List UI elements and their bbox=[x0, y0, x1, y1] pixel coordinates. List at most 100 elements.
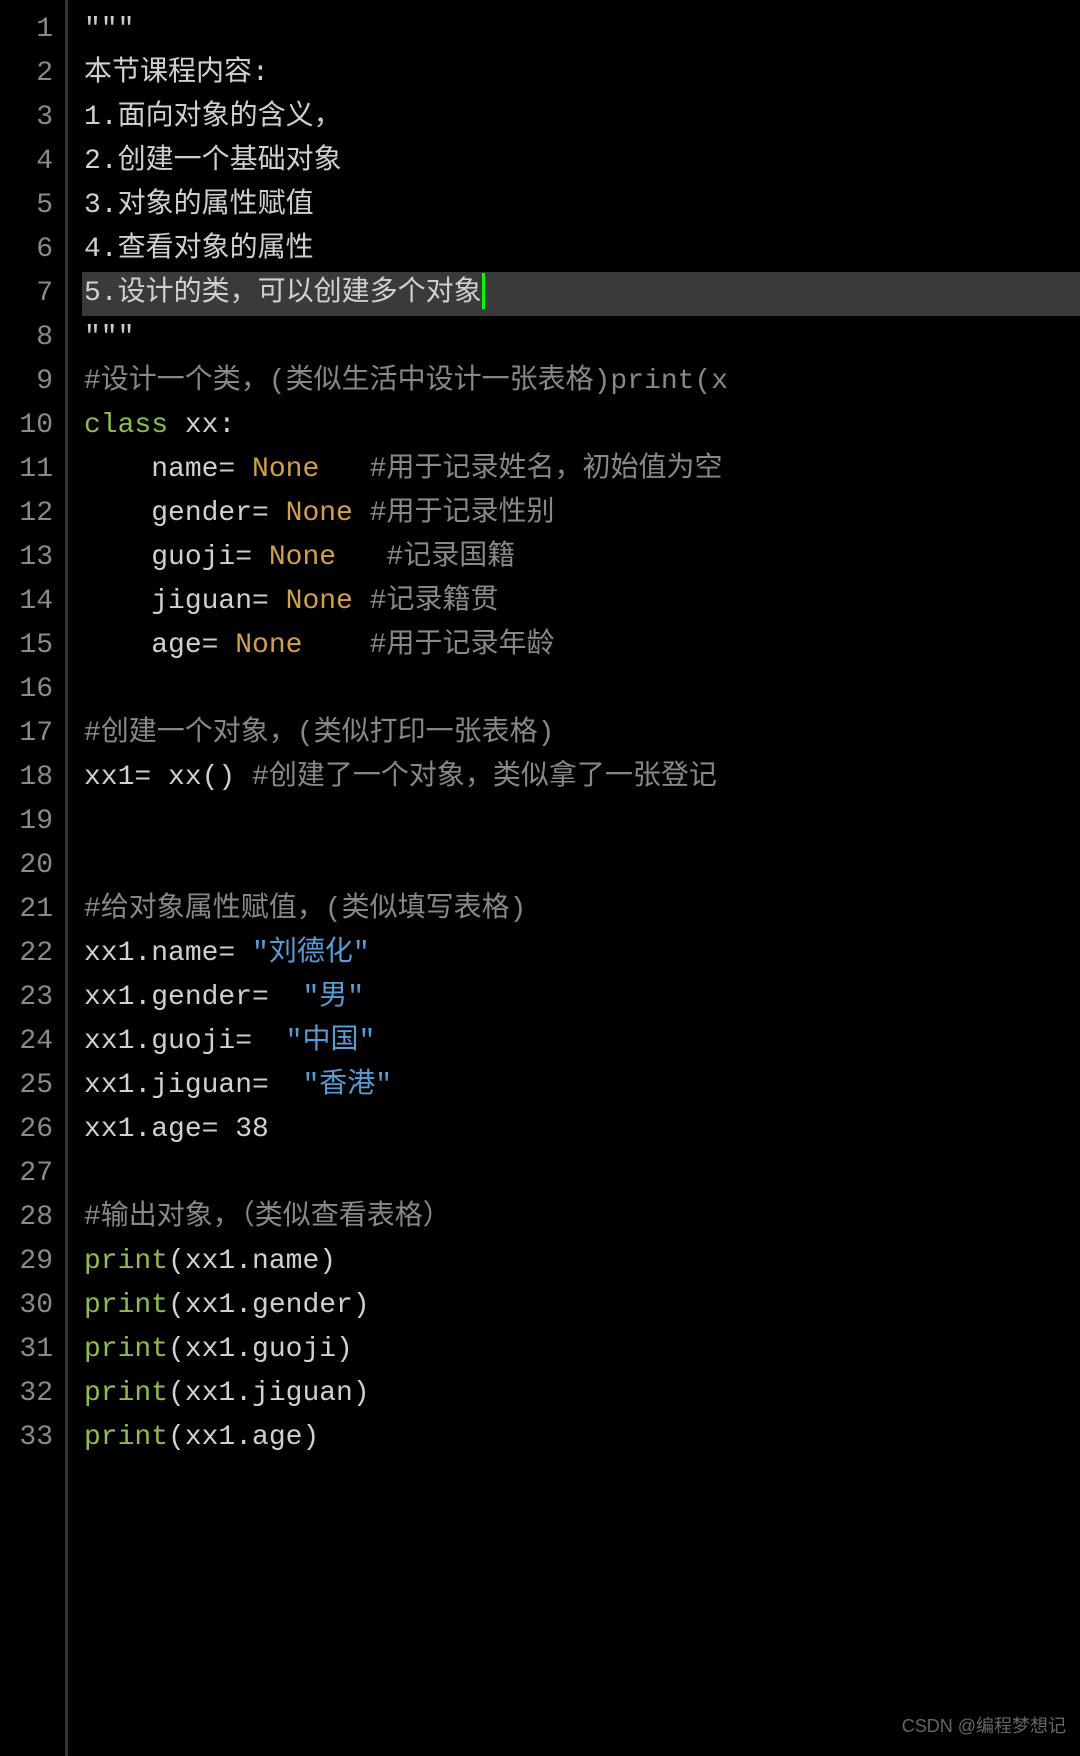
watermark-text: CSDN @编程梦想记 bbox=[902, 1704, 1066, 1748]
code-line[interactable]: """ bbox=[84, 8, 1080, 52]
code-line[interactable]: print(xx1.gender) bbox=[84, 1284, 1080, 1328]
code-token: xx1.age= bbox=[84, 1114, 235, 1145]
line-number: 21 bbox=[0, 888, 53, 932]
code-token: : bbox=[218, 410, 235, 441]
code-line[interactable]: """ bbox=[84, 316, 1080, 360]
code-line[interactable]: #创建一个对象，(类似打印一张表格) bbox=[84, 712, 1080, 756]
code-token: #记录籍贯 bbox=[370, 586, 499, 617]
code-line[interactable] bbox=[84, 844, 1080, 888]
code-line[interactable]: #给对象属性赋值，(类似填写表格) bbox=[84, 888, 1080, 932]
code-line[interactable]: gender= None #用于记录性别 bbox=[84, 492, 1080, 536]
code-line[interactable]: class xx: bbox=[84, 404, 1080, 448]
code-token: print bbox=[84, 1290, 168, 1321]
code-line[interactable]: 5.设计的类，可以创建多个对象 bbox=[82, 272, 1080, 316]
code-line[interactable]: print(xx1.age) bbox=[84, 1416, 1080, 1460]
code-token: "中国" bbox=[286, 1026, 376, 1057]
line-number: 23 bbox=[0, 976, 53, 1020]
code-token: #记录国籍 bbox=[386, 542, 515, 573]
line-number: 8 bbox=[0, 316, 53, 360]
code-line[interactable]: name= None #用于记录姓名，初始值为空 bbox=[84, 448, 1080, 492]
code-token: xx bbox=[185, 410, 219, 441]
code-token: jiguan= bbox=[84, 586, 286, 617]
code-line[interactable]: print(xx1.guoji) bbox=[84, 1328, 1080, 1372]
code-line[interactable]: print(xx1.jiguan) bbox=[84, 1372, 1080, 1416]
line-number: 16 bbox=[0, 668, 53, 712]
code-token: gender= bbox=[84, 498, 286, 529]
code-line[interactable]: 2.创建一个基础对象 bbox=[84, 140, 1080, 184]
line-number: 24 bbox=[0, 1020, 53, 1064]
code-token: 38 bbox=[235, 1114, 269, 1145]
code-token: "男" bbox=[302, 982, 364, 1013]
code-token: (xx1.guoji) bbox=[168, 1334, 353, 1365]
code-line[interactable]: 本节课程内容: bbox=[84, 52, 1080, 96]
line-number: 13 bbox=[0, 536, 53, 580]
code-token: 5.设计的类，可以创建多个对象 bbox=[84, 278, 482, 309]
code-line[interactable]: xx1.guoji= "中国" bbox=[84, 1020, 1080, 1064]
code-line[interactable]: age= None #用于记录年龄 bbox=[84, 624, 1080, 668]
line-number: 7 bbox=[0, 272, 53, 316]
code-token: xx1.gender= bbox=[84, 982, 302, 1013]
code-token bbox=[336, 542, 386, 573]
code-token: xx1.jiguan= bbox=[84, 1070, 302, 1101]
code-token: None bbox=[235, 630, 302, 661]
line-number: 6 bbox=[0, 228, 53, 272]
code-line[interactable] bbox=[84, 800, 1080, 844]
code-line[interactable]: xx1.gender= "男" bbox=[84, 976, 1080, 1020]
code-line[interactable]: 3.对象的属性赋值 bbox=[84, 184, 1080, 228]
line-number: 31 bbox=[0, 1328, 53, 1372]
line-number: 18 bbox=[0, 756, 53, 800]
code-editor[interactable]: 1234567891011121314151617181920212223242… bbox=[0, 0, 1080, 1756]
code-token: print bbox=[84, 1334, 168, 1365]
code-token: age= bbox=[84, 630, 235, 661]
line-number: 25 bbox=[0, 1064, 53, 1108]
line-number: 28 bbox=[0, 1196, 53, 1240]
code-token bbox=[168, 410, 185, 441]
line-number: 2 bbox=[0, 52, 53, 96]
code-line[interactable] bbox=[84, 668, 1080, 712]
line-number: 29 bbox=[0, 1240, 53, 1284]
code-line[interactable]: #设计一个类，(类似生活中设计一张表格)print(x bbox=[84, 360, 1080, 404]
code-token bbox=[319, 454, 369, 485]
code-token: print bbox=[84, 1422, 168, 1453]
line-number: 12 bbox=[0, 492, 53, 536]
code-token: 4.查看对象的属性 bbox=[84, 234, 314, 265]
code-area[interactable]: """ 本节课程内容: 1.面向对象的含义， 2.创建一个基础对象 3.对象的属性赋值 4… bbox=[68, 0, 1080, 1756]
line-number: 30 bbox=[0, 1284, 53, 1328]
code-token: "刘德化" bbox=[252, 938, 370, 969]
line-number: 3 bbox=[0, 96, 53, 140]
line-number: 17 bbox=[0, 712, 53, 756]
code-line[interactable]: xx1.age= 38 bbox=[84, 1108, 1080, 1152]
code-line[interactable]: xx1= xx() #创建了一个对象，类似拿了一张登记 bbox=[84, 756, 1080, 800]
code-token: """ bbox=[84, 14, 134, 45]
code-token: name= bbox=[84, 454, 252, 485]
code-token: """ bbox=[84, 322, 134, 353]
line-number: 9 bbox=[0, 360, 53, 404]
code-token: 2.创建一个基础对象 bbox=[84, 146, 342, 177]
code-token: guoji= bbox=[84, 542, 269, 573]
line-number: 32 bbox=[0, 1372, 53, 1416]
code-token: "香港" bbox=[302, 1070, 392, 1101]
code-line[interactable]: #输出对象，（类似查看表格） bbox=[84, 1196, 1080, 1240]
code-token bbox=[353, 586, 370, 617]
code-line[interactable]: xx1.jiguan= "香港" bbox=[84, 1064, 1080, 1108]
line-number: 22 bbox=[0, 932, 53, 976]
code-token: (xx1.jiguan) bbox=[168, 1378, 370, 1409]
code-token: 本节课程内容: bbox=[84, 58, 269, 89]
code-line[interactable] bbox=[84, 1152, 1080, 1196]
code-line[interactable]: jiguan= None #记录籍贯 bbox=[84, 580, 1080, 624]
code-line[interactable]: xx1.name= "刘德化" bbox=[84, 932, 1080, 976]
code-token: #给对象属性赋值，(类似填写表格) bbox=[84, 894, 526, 925]
code-line[interactable]: print(xx1.name) bbox=[84, 1240, 1080, 1284]
line-number: 1 bbox=[0, 8, 53, 52]
code-line[interactable]: 1.面向对象的含义， bbox=[84, 96, 1080, 140]
line-number: 14 bbox=[0, 580, 53, 624]
code-token: #创建了一个对象，类似拿了一张登记 bbox=[252, 762, 717, 793]
code-line[interactable]: 4.查看对象的属性 bbox=[84, 228, 1080, 272]
code-token: #用于记录姓名，初始值为空 bbox=[370, 454, 723, 485]
code-token: #用于记录年龄 bbox=[370, 630, 555, 661]
code-line[interactable]: guoji= None #记录国籍 bbox=[84, 536, 1080, 580]
code-token bbox=[353, 498, 370, 529]
line-number-gutter: 1234567891011121314151617181920212223242… bbox=[0, 0, 68, 1756]
code-token: None bbox=[286, 498, 353, 529]
code-token: #创建一个对象，(类似打印一张表格) bbox=[84, 718, 554, 749]
